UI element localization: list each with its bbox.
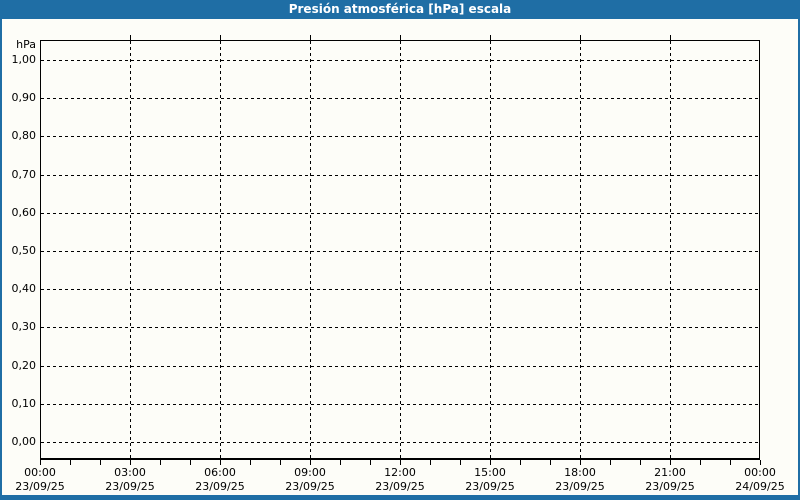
x-tick-time-label: 00:00 — [24, 466, 56, 479]
x-tick-date-label: 23/09/25 — [645, 480, 695, 493]
y-tick-label: 0,50 — [11, 244, 37, 257]
y-axis-unit-label: hPa — [16, 38, 36, 51]
y-tick-label: 1,00 — [11, 53, 37, 66]
x-axis-tick-bottom — [700, 460, 701, 465]
x-axis-tick-bottom — [250, 460, 251, 465]
plot-area — [40, 40, 760, 460]
x-tick-date-label: 23/09/25 — [285, 480, 335, 493]
x-tick-date-label: 23/09/25 — [105, 480, 155, 493]
chart-window: Presión atmosférica [hPa] escala hPa 1,0… — [0, 0, 800, 500]
y-tick-label: 0,40 — [11, 282, 37, 296]
x-axis-tick-bottom — [130, 460, 131, 465]
x-tick-date-label: 23/09/25 — [195, 480, 245, 493]
x-tick-time-label: 15:00 — [474, 466, 506, 479]
x-tick-time-label: 18:00 — [564, 466, 596, 479]
y-tick-label: 0,30 — [11, 320, 37, 334]
x-tick-date-label: 23/09/25 — [15, 480, 65, 493]
x-axis-major-tick-top — [130, 35, 131, 40]
x-tick-date-label: 23/09/25 — [465, 480, 515, 493]
window-title-bar: Presión atmosférica [hPa] escala — [0, 0, 800, 19]
x-axis-tick-bottom — [220, 460, 221, 465]
x-axis-tick-bottom — [760, 460, 761, 465]
x-axis-major-tick-top — [400, 35, 401, 40]
y-tick-label: 0,80 — [11, 129, 37, 143]
x-axis-tick-bottom — [310, 460, 311, 465]
x-tick-date-label: 24/09/25 — [735, 480, 785, 493]
y-tick-label: 0,00 — [11, 435, 37, 448]
gridline-vertical — [220, 41, 221, 458]
y-tick-label: 0,20 — [11, 358, 37, 372]
x-tick-time-label: 00:00 — [744, 466, 776, 479]
x-tick-time-label: 03:00 — [114, 466, 146, 479]
x-axis-tick-bottom — [340, 460, 341, 465]
y-tick-label: 0,90 — [11, 91, 37, 105]
x-tick-date-label: 23/09/25 — [555, 480, 605, 493]
x-tick-time-label: 09:00 — [294, 466, 326, 479]
gridline-vertical — [490, 41, 491, 458]
x-axis-tick-bottom — [280, 460, 281, 465]
x-tick-date-label: 23/09/25 — [375, 480, 425, 493]
y-tick-label: 0,60 — [11, 205, 37, 219]
window-border-bottom — [0, 495, 800, 500]
gridline-vertical — [580, 41, 581, 458]
x-axis-tick-bottom — [430, 460, 431, 465]
x-axis-tick-bottom — [190, 460, 191, 465]
x-tick-time-label: 06:00 — [204, 466, 236, 479]
x-tick-time-label: 12:00 — [384, 466, 416, 479]
x-axis-tick-bottom — [400, 460, 401, 465]
x-axis-tick-bottom — [40, 460, 41, 465]
x-axis-tick-bottom — [370, 460, 371, 465]
x-axis-tick-bottom — [490, 460, 491, 465]
gridline-vertical — [400, 41, 401, 458]
x-axis-tick-bottom — [460, 460, 461, 465]
gridline-vertical — [670, 41, 671, 458]
x-axis-major-tick-top — [670, 35, 671, 40]
x-axis-tick-bottom — [580, 460, 581, 465]
x-axis-tick-bottom — [640, 460, 641, 465]
x-axis-tick-bottom — [610, 460, 611, 465]
x-axis-tick-bottom — [730, 460, 731, 465]
x-axis-major-tick-top — [220, 35, 221, 40]
x-axis-tick-bottom — [100, 460, 101, 465]
x-axis-tick-bottom — [670, 460, 671, 465]
x-axis-tick-bottom — [520, 460, 521, 465]
x-axis-major-tick-top — [580, 35, 581, 40]
x-axis-major-tick-top — [490, 35, 491, 40]
y-tick-label: 0,70 — [11, 167, 37, 181]
x-axis-tick-bottom — [550, 460, 551, 465]
x-tick-time-label: 21:00 — [654, 466, 686, 479]
gridline-vertical — [310, 41, 311, 458]
x-axis-tick-bottom — [70, 460, 71, 465]
x-axis-major-tick-top — [310, 35, 311, 40]
window-title: Presión atmosférica [hPa] escala — [288, 2, 512, 16]
gridline-vertical — [130, 41, 131, 458]
x-axis-tick-bottom — [160, 460, 161, 465]
y-tick-label: 0,10 — [11, 396, 37, 410]
